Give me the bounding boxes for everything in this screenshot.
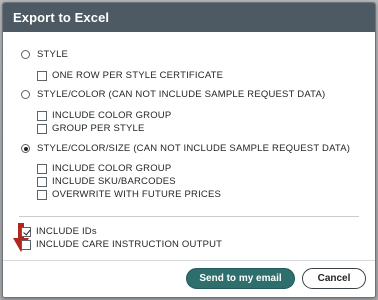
checkbox[interactable]	[37, 189, 47, 200]
checkbox[interactable]	[37, 110, 47, 121]
checkbox-include-sku-barcodes[interactable]: INCLUDE SKU/BARCODES	[37, 176, 176, 187]
checkbox-label: INCLUDE COLOR GROUP	[52, 163, 172, 174]
radio-style-color-size[interactable]: STYLE/COLOR/SIZE (CAN NOT INCLUDE SAMPLE…	[21, 143, 350, 154]
section-divider	[19, 216, 359, 217]
checkbox-include-care-instruction-output[interactable]: INCLUDE CARE INSTRUCTION OUTPUT	[21, 239, 222, 250]
radio-style-label: STYLE	[37, 49, 69, 60]
checkbox-label: INCLUDE CARE INSTRUCTION OUTPUT	[36, 239, 223, 250]
checkbox-include-ids[interactable]: INCLUDE IDs	[21, 226, 97, 237]
cancel-button[interactable]: Cancel	[302, 268, 366, 289]
radio-button[interactable]	[21, 50, 30, 59]
radio-button[interactable]	[21, 90, 30, 99]
checkbox[interactable]	[37, 163, 47, 174]
dialog-title: Export to Excel	[13, 10, 110, 25]
checkbox-checked[interactable]	[21, 226, 31, 237]
dialog-footer: Send to my email Cancel	[3, 260, 375, 297]
checkbox-label: ONE ROW PER STYLE CERTIFICATE	[52, 70, 224, 81]
checkbox[interactable]	[21, 239, 31, 250]
radio-style-color-label: STYLE/COLOR (CAN NOT INCLUDE SAMPLE REQU…	[37, 89, 326, 100]
radio-style-color-size-label: STYLE/COLOR/SIZE (CAN NOT INCLUDE SAMPLE…	[37, 143, 351, 154]
radio-button-selected[interactable]	[21, 144, 30, 153]
checkbox[interactable]	[37, 176, 47, 187]
checkbox-label: INCLUDE SKU/BARCODES	[52, 176, 176, 187]
radio-style-color[interactable]: STYLE/COLOR (CAN NOT INCLUDE SAMPLE REQU…	[21, 89, 325, 100]
checkbox[interactable]	[37, 123, 47, 134]
dialog-body: STYLE ONE ROW PER STYLE CERTIFICATE STYL…	[3, 32, 375, 260]
checkbox-one-row-per-style-certificate[interactable]: ONE ROW PER STYLE CERTIFICATE	[37, 70, 223, 81]
checkbox-label: GROUP PER STYLE	[52, 123, 145, 134]
checkbox-overwrite-with-future-prices[interactable]: OVERWRITE WITH FUTURE PRICES	[37, 189, 221, 200]
checkbox-label: INCLUDE COLOR GROUP	[52, 110, 172, 121]
checkbox-label: INCLUDE IDs	[36, 226, 97, 237]
checkbox-label: OVERWRITE WITH FUTURE PRICES	[52, 189, 222, 200]
checkbox-style-color-include-color-group[interactable]: INCLUDE COLOR GROUP	[37, 110, 171, 121]
checkbox-size-include-color-group[interactable]: INCLUDE COLOR GROUP	[37, 163, 171, 174]
checkbox[interactable]	[37, 70, 47, 81]
checkbox-group-per-style[interactable]: GROUP PER STYLE	[37, 123, 145, 134]
dialog-titlebar: Export to Excel	[3, 3, 375, 32]
send-to-my-email-button[interactable]: Send to my email	[186, 268, 295, 289]
export-dialog: Export to Excel STYLE ONE ROW PER STYLE …	[2, 2, 376, 298]
radio-style[interactable]: STYLE	[21, 49, 68, 60]
